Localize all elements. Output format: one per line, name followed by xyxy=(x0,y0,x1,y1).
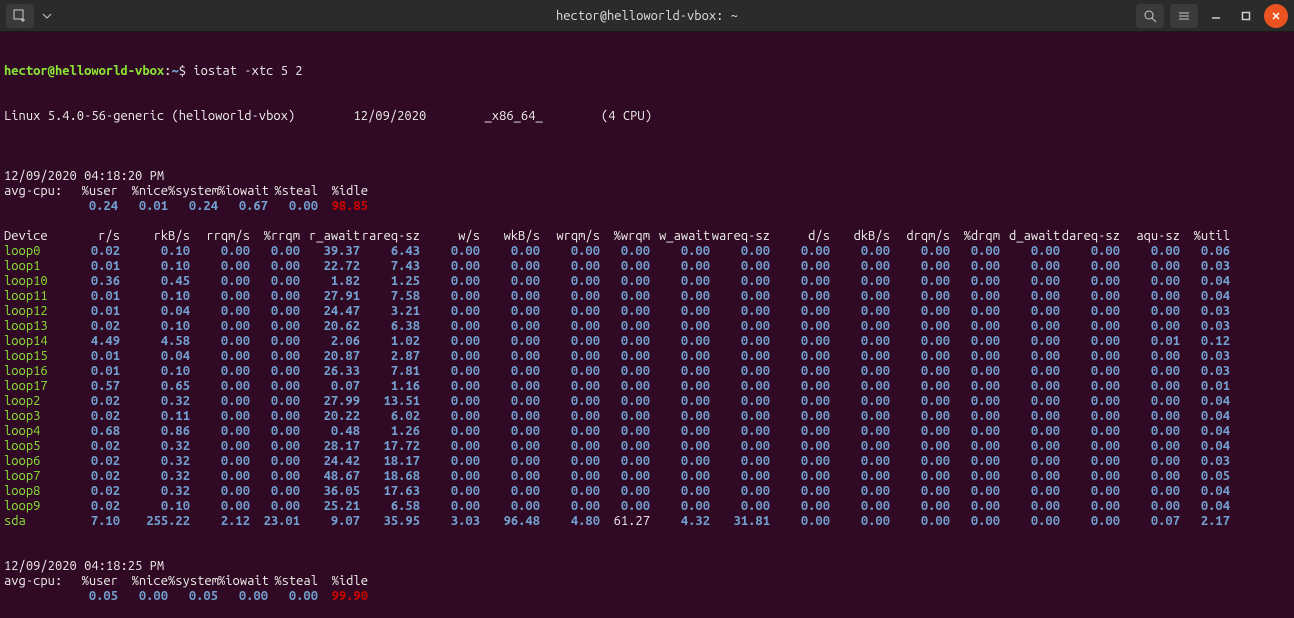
search-button[interactable] xyxy=(1136,4,1164,28)
device-row: loop120.010.040.000.0024.473.210.000.000… xyxy=(4,304,1290,319)
device-row: loop150.010.040.000.0020.872.870.000.000… xyxy=(4,349,1290,364)
tab-list-dropdown[interactable] xyxy=(40,4,54,28)
device-row: loop160.010.100.000.0026.337.810.000.000… xyxy=(4,364,1290,379)
device-row: loop50.020.320.000.0028.1717.720.000.000… xyxy=(4,439,1290,454)
device-row: loop80.020.320.000.0036.0517.630.000.000… xyxy=(4,484,1290,499)
device-header-0: Devicer/srkB/srrqm/s%rrqmr_awaitrareq-sz… xyxy=(4,229,1290,244)
sysinfo-line: Linux 5.4.0-56-generic (helloworld-vbox)… xyxy=(4,109,1290,124)
device-row: loop170.570.650.000.000.071.160.000.000.… xyxy=(4,379,1290,394)
new-tab-icon xyxy=(13,9,27,23)
maximize-button[interactable] xyxy=(1234,4,1258,28)
window-title: hector@helloworld-vbox: ~ xyxy=(0,9,1294,24)
hamburger-icon xyxy=(1177,9,1191,23)
close-button[interactable] xyxy=(1264,4,1288,28)
cpu-values-1: 0.050.000.050.000.0099.90 xyxy=(4,589,1290,604)
window-titlebar: hector@helloworld-vbox: ~ xyxy=(0,0,1294,32)
search-icon xyxy=(1143,9,1157,23)
device-row: loop70.020.320.000.0048.6718.680.000.000… xyxy=(4,469,1290,484)
device-row: loop110.010.100.000.0027.917.580.000.000… xyxy=(4,289,1290,304)
device-row: loop90.020.100.000.0025.216.580.000.000.… xyxy=(4,499,1290,514)
device-row: loop130.020.100.000.0020.626.380.000.000… xyxy=(4,319,1290,334)
menu-button[interactable] xyxy=(1170,4,1198,28)
maximize-icon xyxy=(1241,11,1251,21)
timestamp-1: 12/09/2020 04:18:25 PM xyxy=(4,559,1290,574)
device-row: loop60.020.320.000.0024.4218.170.000.000… xyxy=(4,454,1290,469)
cpu-header-1: avg-cpu:%user%nice%system%iowait%steal%i… xyxy=(4,574,1290,589)
terminal-body[interactable]: hector@helloworld-vbox:~$ iostat -xtc 5 … xyxy=(0,32,1294,618)
timestamp-0: 12/09/2020 04:18:20 PM xyxy=(4,169,1290,184)
chevron-down-icon xyxy=(42,11,52,21)
device-row: loop40.680.860.000.000.481.260.000.000.0… xyxy=(4,424,1290,439)
new-tab-button[interactable] xyxy=(6,4,34,28)
minimize-button[interactable] xyxy=(1204,4,1228,28)
prompt-line: hector@helloworld-vbox:~$ iostat -xtc 5 … xyxy=(4,64,1290,79)
device-row: loop100.360.450.000.001.821.250.000.000.… xyxy=(4,274,1290,289)
device-row: loop00.020.100.000.0039.376.430.000.000.… xyxy=(4,244,1290,259)
command-text: iostat -xtc 5 2 xyxy=(193,64,302,78)
device-row: loop144.494.580.000.002.061.020.000.000.… xyxy=(4,334,1290,349)
device-row: sda7.10255.222.1223.019.0735.953.0396.48… xyxy=(4,514,1290,529)
iostat-output: 12/09/2020 04:18:20 PMavg-cpu:%user%nice… xyxy=(4,154,1290,618)
minimize-icon xyxy=(1211,11,1221,21)
prompt-user-host: hector@helloworld-vbox xyxy=(4,64,164,78)
device-row: loop20.020.320.000.0027.9913.510.000.000… xyxy=(4,394,1290,409)
cpu-values-0: 0.240.010.240.670.0098.85 xyxy=(4,199,1290,214)
device-row: loop30.020.110.000.0020.226.020.000.000.… xyxy=(4,409,1290,424)
close-icon xyxy=(1271,11,1281,21)
cpu-header-0: avg-cpu:%user%nice%system%iowait%steal%i… xyxy=(4,184,1290,199)
prompt-path: ~ xyxy=(171,64,178,78)
device-row: loop10.010.100.000.0022.727.430.000.000.… xyxy=(4,259,1290,274)
